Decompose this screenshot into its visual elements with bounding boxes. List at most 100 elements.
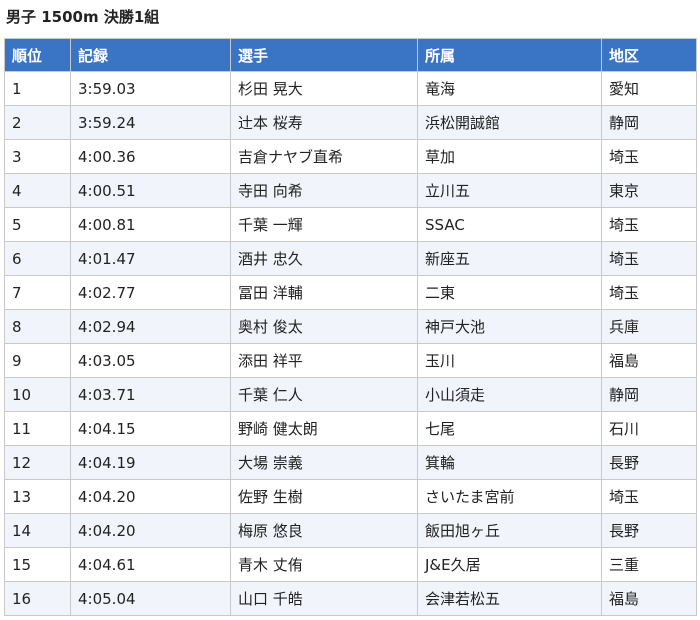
cell-time: 4:01.47 (70, 241, 231, 276)
cell-region: 埼玉 (601, 479, 697, 514)
cell-region: 福島 (601, 581, 697, 616)
cell-team: 箕輪 (417, 445, 602, 480)
cell-athlete: 寺田 向希 (230, 173, 418, 208)
cell-athlete: 冨田 洋輔 (230, 275, 418, 310)
cell-team: 神戸大池 (417, 309, 602, 344)
cell-team: 新座五 (417, 241, 602, 276)
cell-time: 4:03.71 (70, 377, 231, 412)
results-table: 順位 記録 選手 所属 地区 1 3:59.03 杉田 晃大 竜海 愛知 2 3:59.24… (4, 38, 697, 616)
cell-athlete: 千葉 一輝 (230, 207, 418, 242)
cell-time: 4:05.04 (70, 581, 231, 616)
column-header-time: 記録 (70, 38, 231, 72)
table-row: 9 4:03.05 添田 祥平 玉川 福島 (4, 343, 697, 378)
cell-team: 二東 (417, 275, 602, 310)
cell-time: 4:02.94 (70, 309, 231, 344)
cell-region: 三重 (601, 547, 697, 582)
cell-team: 玉川 (417, 343, 602, 378)
cell-rank: 11 (4, 411, 71, 446)
cell-region: 静岡 (601, 377, 697, 412)
table-row: 7 4:02.77 冨田 洋輔 二東 埼玉 (4, 275, 697, 310)
cell-athlete: 奥村 俊太 (230, 309, 418, 344)
table-row: 16 4:05.04 山口 千皓 会津若松五 福島 (4, 581, 697, 616)
cell-time: 4:03.05 (70, 343, 231, 378)
cell-athlete: 千葉 仁人 (230, 377, 418, 412)
cell-athlete: 辻本 桜寿 (230, 105, 418, 140)
column-header-athlete: 選手 (230, 38, 418, 72)
table-row: 11 4:04.15 野崎 健太朗 七尾 石川 (4, 411, 697, 446)
cell-rank: 15 (4, 547, 71, 582)
column-header-rank: 順位 (4, 38, 71, 72)
cell-region: 静岡 (601, 105, 697, 140)
cell-time: 4:04.15 (70, 411, 231, 446)
cell-time: 3:59.03 (70, 71, 231, 106)
header-row: 順位 記録 選手 所属 地区 (4, 38, 697, 72)
cell-time: 4:00.81 (70, 207, 231, 242)
cell-rank: 6 (4, 241, 71, 276)
cell-rank: 8 (4, 309, 71, 344)
cell-rank: 9 (4, 343, 71, 378)
table-row: 3 4:00.36 吉倉ナヤブ直希 草加 埼玉 (4, 139, 697, 174)
cell-rank: 3 (4, 139, 71, 174)
cell-rank: 12 (4, 445, 71, 480)
cell-time: 4:00.36 (70, 139, 231, 174)
cell-team: 七尾 (417, 411, 602, 446)
cell-team: 小山須走 (417, 377, 602, 412)
cell-time: 3:59.24 (70, 105, 231, 140)
table-row: 8 4:02.94 奥村 俊太 神戸大池 兵庫 (4, 309, 697, 344)
column-header-team: 所属 (417, 38, 602, 72)
results-table-header: 順位 記録 選手 所属 地区 (4, 38, 697, 72)
cell-team: J&E久居 (417, 547, 602, 582)
cell-athlete: 野崎 健太朗 (230, 411, 418, 446)
cell-rank: 7 (4, 275, 71, 310)
cell-athlete: 山口 千皓 (230, 581, 418, 616)
cell-time: 4:04.61 (70, 547, 231, 582)
cell-team: 飯田旭ヶ丘 (417, 513, 602, 548)
cell-region: 愛知 (601, 71, 697, 106)
cell-rank: 1 (4, 71, 71, 106)
results-table-body: 1 3:59.03 杉田 晃大 竜海 愛知 2 3:59.24 辻本 桜寿 浜松開誠館 静岡 3 4:… (4, 71, 697, 616)
cell-athlete: 添田 祥平 (230, 343, 418, 378)
cell-region: 埼玉 (601, 275, 697, 310)
cell-time: 4:04.20 (70, 479, 231, 514)
cell-team: SSAC (417, 207, 602, 242)
cell-region: 石川 (601, 411, 697, 446)
cell-team: さいたま宮前 (417, 479, 602, 514)
cell-rank: 16 (4, 581, 71, 616)
cell-team: 立川五 (417, 173, 602, 208)
table-row: 10 4:03.71 千葉 仁人 小山須走 静岡 (4, 377, 697, 412)
cell-region: 埼玉 (601, 207, 697, 242)
cell-team: 草加 (417, 139, 602, 174)
cell-rank: 10 (4, 377, 71, 412)
table-row: 1 3:59.03 杉田 晃大 竜海 愛知 (4, 71, 697, 106)
cell-region: 埼玉 (601, 139, 697, 174)
table-row: 13 4:04.20 佐野 生樹 さいたま宮前 埼玉 (4, 479, 697, 514)
cell-team: 浜松開誠館 (417, 105, 602, 140)
cell-team: 竜海 (417, 71, 602, 106)
cell-rank: 13 (4, 479, 71, 514)
table-row: 4 4:00.51 寺田 向希 立川五 東京 (4, 173, 697, 208)
cell-region: 兵庫 (601, 309, 697, 344)
cell-time: 4:02.77 (70, 275, 231, 310)
cell-athlete: 吉倉ナヤブ直希 (230, 139, 418, 174)
cell-team: 会津若松五 (417, 581, 602, 616)
cell-region: 長野 (601, 513, 697, 548)
page-title: 男子 1500m 決勝1組 (6, 8, 160, 26)
cell-time: 4:04.20 (70, 513, 231, 548)
table-row: 5 4:00.81 千葉 一輝 SSAC 埼玉 (4, 207, 697, 242)
cell-athlete: 大場 崇義 (230, 445, 418, 480)
cell-rank: 4 (4, 173, 71, 208)
table-row: 14 4:04.20 梅原 悠良 飯田旭ヶ丘 長野 (4, 513, 697, 548)
cell-region: 埼玉 (601, 241, 697, 276)
cell-region: 東京 (601, 173, 697, 208)
cell-time: 4:04.19 (70, 445, 231, 480)
cell-rank: 5 (4, 207, 71, 242)
table-row: 6 4:01.47 酒井 忠久 新座五 埼玉 (4, 241, 697, 276)
table-row: 12 4:04.19 大場 崇義 箕輪 長野 (4, 445, 697, 480)
cell-athlete: 青木 丈侑 (230, 547, 418, 582)
cell-region: 福島 (601, 343, 697, 378)
cell-rank: 2 (4, 105, 71, 140)
page: 男子 1500m 決勝1組 順位 記録 選手 所属 地区 1 3:59.03 杉田 … (0, 0, 700, 620)
cell-athlete: 杉田 晃大 (230, 71, 418, 106)
column-header-region: 地区 (601, 38, 697, 72)
table-row: 15 4:04.61 青木 丈侑 J&E久居 三重 (4, 547, 697, 582)
